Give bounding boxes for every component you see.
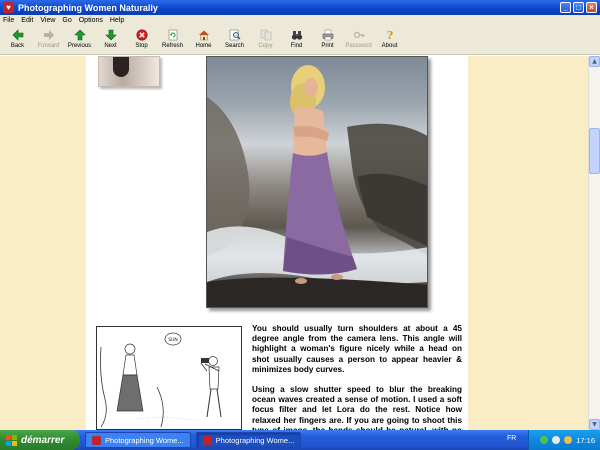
- language-indicator[interactable]: FR: [507, 435, 516, 442]
- menu-options[interactable]: Options: [79, 17, 103, 24]
- article-text: You should usually turn shoulders at abo…: [252, 324, 462, 430]
- menu-bar: File Edit View Go Options Help: [0, 15, 600, 26]
- menu-file[interactable]: File: [3, 17, 14, 24]
- print-label: Print: [321, 43, 334, 49]
- menu-help[interactable]: Help: [110, 17, 124, 24]
- forward-label: Forward: [37, 43, 60, 49]
- refresh-icon: [168, 29, 177, 41]
- password-button[interactable]: Password: [343, 26, 374, 54]
- svg-text:?: ?: [386, 29, 392, 41]
- scroll-down-button[interactable]: ▼: [589, 419, 600, 430]
- photographer-sketch: SUN: [96, 326, 242, 430]
- copy-label: Copy: [258, 43, 273, 49]
- security-icon[interactable]: [564, 436, 573, 444]
- start-label: démarrer: [21, 434, 65, 446]
- article-paragraph: Using a slow shutter speed to blur the b…: [252, 385, 462, 430]
- print-button[interactable]: Print: [312, 26, 343, 54]
- app-heart-icon: [202, 435, 212, 445]
- article-paragraph: You should usually turn shoulders at abo…: [252, 324, 462, 374]
- about-icon: ?: [386, 29, 392, 41]
- back-button[interactable]: Back: [2, 26, 33, 54]
- taskbar-item-active[interactable]: Photographing Wome...: [195, 432, 302, 448]
- stop-icon: [136, 29, 147, 41]
- window-title: Photographing Women Naturally: [18, 2, 158, 13]
- app-heart-icon[interactable]: ♥: [3, 2, 14, 13]
- toolbar: Back Forward Previous Next Stop Refresh …: [0, 26, 600, 55]
- taskbar-item[interactable]: Photographing Wome...: [85, 432, 191, 448]
- previous-label: Previous: [67, 43, 92, 49]
- close-button[interactable]: ×: [586, 2, 597, 13]
- forward-button[interactable]: Forward: [33, 26, 64, 54]
- taskbar-item-label: Photographing Wome...: [215, 435, 295, 445]
- home-label: Home: [195, 43, 212, 49]
- volume-icon[interactable]: [552, 436, 561, 444]
- scroll-thumb[interactable]: [589, 128, 600, 174]
- taskbar: démarrer Photographing Wome... Photograp…: [0, 430, 600, 450]
- stop-button[interactable]: Stop: [126, 26, 157, 54]
- system-tray: FR 17:16: [507, 430, 600, 450]
- next-button[interactable]: Next: [95, 26, 126, 54]
- maximize-button[interactable]: □: [573, 2, 584, 13]
- window-titlebar[interactable]: ♥ Photographing Women Naturally _ □ ×: [0, 0, 600, 15]
- scroll-up-button[interactable]: ▲: [589, 56, 600, 67]
- article-page: SUN You should usually turn shoulders at: [86, 56, 468, 430]
- menu-view[interactable]: View: [40, 17, 55, 24]
- password-icon: [353, 31, 364, 39]
- start-button[interactable]: démarrer: [0, 430, 80, 450]
- password-label: Password: [345, 43, 372, 49]
- menu-edit[interactable]: Edit: [21, 17, 33, 24]
- minimize-button[interactable]: _: [560, 2, 571, 13]
- sun-label: SUN: [168, 337, 178, 343]
- back-arrow-icon: [12, 29, 23, 41]
- network-icon[interactable]: [540, 436, 549, 444]
- next-label: Next: [104, 43, 117, 49]
- copy-button[interactable]: Copy: [250, 26, 281, 54]
- about-label: About: [381, 43, 398, 49]
- windows-logo-icon: [6, 434, 17, 446]
- print-icon: [322, 29, 333, 41]
- back-label: Back: [10, 43, 25, 49]
- clock: 17:16: [576, 435, 595, 445]
- content-area[interactable]: SUN You should usually turn shoulders at: [0, 56, 588, 430]
- find-button[interactable]: Find: [281, 26, 312, 54]
- main-photo: [206, 56, 428, 308]
- thumbnail-image[interactable]: [98, 56, 160, 87]
- search-icon: [229, 29, 240, 41]
- stop-label: Stop: [135, 43, 148, 49]
- copy-icon: [260, 29, 271, 41]
- app-heart-icon: [92, 435, 101, 445]
- binoculars-icon: [291, 31, 302, 40]
- taskbar-item-label: Photographing Wome...: [105, 435, 184, 445]
- down-arrow-icon: [104, 29, 117, 41]
- forward-arrow-icon: [43, 30, 54, 40]
- search-button[interactable]: Search: [219, 26, 250, 54]
- refresh-button[interactable]: Refresh: [157, 26, 188, 54]
- about-button[interactable]: ? About: [374, 26, 405, 54]
- menu-go[interactable]: Go: [62, 17, 71, 24]
- find-label: Find: [290, 43, 303, 49]
- home-icon: [198, 30, 209, 41]
- home-button[interactable]: Home: [188, 26, 219, 54]
- up-arrow-icon: [73, 29, 86, 41]
- vertical-scrollbar[interactable]: ▲ ▼: [588, 56, 600, 430]
- search-label: Search: [224, 43, 244, 49]
- previous-button[interactable]: Previous: [64, 26, 95, 54]
- refresh-label: Refresh: [161, 43, 183, 49]
